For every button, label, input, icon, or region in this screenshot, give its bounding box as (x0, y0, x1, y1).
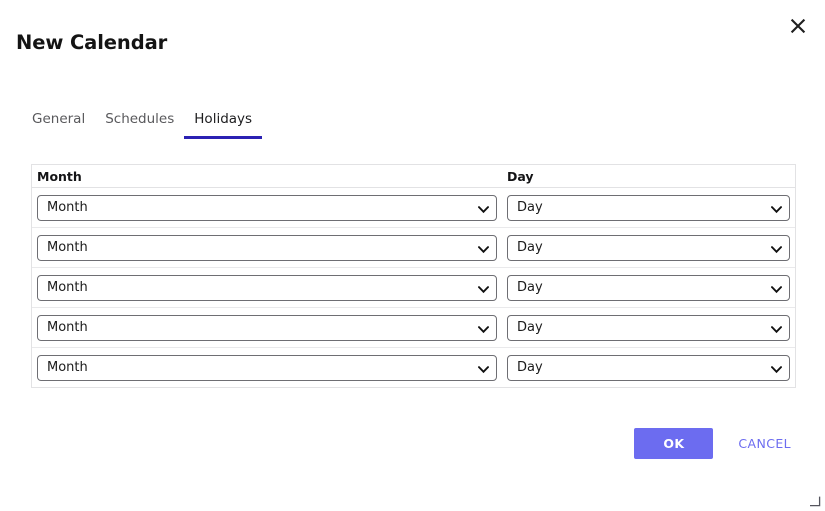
month-select[interactable]: MonthJanuaryFebruaryMarchAprilMayJuneJul… (37, 234, 497, 261)
table-row: MonthJanuaryFebruaryMarchAprilMayJuneJul… (32, 188, 795, 228)
tab-schedules[interactable]: Schedules (95, 108, 184, 139)
table-row: MonthJanuaryFebruaryMarchAprilMayJuneJul… (32, 308, 795, 348)
day-select[interactable]: Day1234567891011121314151617181920212223… (507, 194, 790, 221)
page-title: New Calendar (16, 31, 168, 54)
close-icon (789, 17, 807, 35)
cell-month: MonthJanuaryFebruaryMarchAprilMayJuneJul… (32, 234, 502, 261)
new-calendar-dialog: New Calendar General Schedules Holidays … (0, 0, 825, 508)
column-header-day: Day (507, 168, 534, 184)
cancel-button[interactable]: CANCEL (730, 430, 799, 457)
day-select[interactable]: Day1234567891011121314151617181920212223… (507, 314, 790, 341)
table-header-row: Month Day (32, 165, 795, 188)
close-button[interactable] (785, 13, 811, 39)
tab-holidays[interactable]: Holidays (184, 108, 262, 139)
ok-button[interactable]: OK (634, 428, 714, 459)
month-select[interactable]: MonthJanuaryFebruaryMarchAprilMayJuneJul… (37, 354, 497, 381)
day-select[interactable]: Day1234567891011121314151617181920212223… (507, 234, 790, 261)
table-row: MonthJanuaryFebruaryMarchAprilMayJuneJul… (32, 228, 795, 268)
cell-month: MonthJanuaryFebruaryMarchAprilMayJuneJul… (32, 354, 502, 381)
month-select[interactable]: MonthJanuaryFebruaryMarchAprilMayJuneJul… (37, 274, 497, 301)
table-row: MonthJanuaryFebruaryMarchAprilMayJuneJul… (32, 268, 795, 308)
tab-general[interactable]: General (22, 108, 95, 139)
tab-bar: General Schedules Holidays (22, 108, 262, 139)
cell-day: Day1234567891011121314151617181920212223… (502, 354, 795, 381)
cell-month: MonthJanuaryFebruaryMarchAprilMayJuneJul… (32, 274, 502, 301)
table-row: MonthJanuaryFebruaryMarchAprilMayJuneJul… (32, 348, 795, 387)
cell-month: MonthJanuaryFebruaryMarchAprilMayJuneJul… (32, 314, 502, 341)
day-select[interactable]: Day1234567891011121314151617181920212223… (507, 354, 790, 381)
cell-day: Day1234567891011121314151617181920212223… (502, 194, 795, 221)
cell-day: Day1234567891011121314151617181920212223… (502, 274, 795, 301)
holidays-table: Month Day MonthJanuaryFebruaryMarchApril… (31, 164, 796, 388)
month-select[interactable]: MonthJanuaryFebruaryMarchAprilMayJuneJul… (37, 314, 497, 341)
cell-month: MonthJanuaryFebruaryMarchAprilMayJuneJul… (32, 194, 502, 221)
dialog-actions: OK CANCEL (634, 428, 799, 459)
cell-day: Day1234567891011121314151617181920212223… (502, 314, 795, 341)
resize-corner-icon[interactable] (809, 492, 821, 507)
month-select[interactable]: MonthJanuaryFebruaryMarchAprilMayJuneJul… (37, 194, 497, 221)
day-select[interactable]: Day1234567891011121314151617181920212223… (507, 274, 790, 301)
column-header-month: Month (37, 168, 82, 184)
cell-day: Day1234567891011121314151617181920212223… (502, 234, 795, 261)
